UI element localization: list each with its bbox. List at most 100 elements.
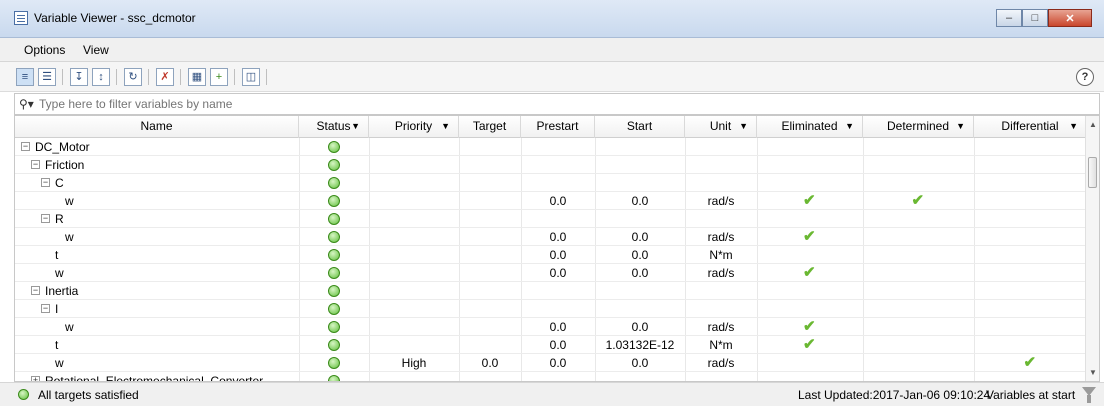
help-icon[interactable]: ? bbox=[1076, 68, 1094, 86]
start-cell bbox=[595, 138, 685, 156]
clear-filter-icon[interactable]: ✗ bbox=[156, 68, 174, 86]
table-row[interactable]: − I bbox=[15, 300, 1087, 318]
table-row[interactable]: w 0.0 0.0 rad/s ✔ ✔ bbox=[15, 192, 1087, 210]
collapse-all-button[interactable]: ↕ bbox=[92, 68, 110, 86]
column-chooser-icon[interactable]: ▦ bbox=[188, 68, 206, 86]
column-determined[interactable]: Determined ▼ bbox=[863, 116, 974, 138]
scroll-up-icon[interactable]: ▲ bbox=[1089, 120, 1097, 129]
column-start[interactable]: Start bbox=[595, 116, 685, 138]
table-row[interactable]: − Friction bbox=[15, 156, 1087, 174]
table-row[interactable]: − C bbox=[15, 174, 1087, 192]
close-button[interactable]: ✕ bbox=[1048, 9, 1092, 27]
column-eliminated[interactable]: Eliminated ▼ bbox=[757, 116, 863, 138]
column-status[interactable]: Status ▼ bbox=[299, 116, 369, 138]
collapse-icon[interactable]: − bbox=[31, 286, 40, 295]
chevron-down-icon[interactable]: ▼ bbox=[739, 116, 748, 137]
flat-view-button[interactable]: ☰ bbox=[38, 68, 56, 86]
target-cell bbox=[459, 264, 521, 282]
chevron-down-icon[interactable]: ▼ bbox=[441, 116, 450, 137]
collapse-icon[interactable]: − bbox=[41, 214, 50, 223]
column-priority[interactable]: Priority ▼ bbox=[369, 116, 459, 138]
column-unit[interactable]: Unit ▼ bbox=[685, 116, 757, 138]
scroll-thumb[interactable] bbox=[1088, 157, 1097, 188]
column-target[interactable]: Target bbox=[459, 116, 521, 138]
variable-name: t bbox=[55, 338, 59, 352]
tree-view-button[interactable]: ≡ bbox=[16, 68, 34, 86]
checkmark-icon: ✔ bbox=[1023, 354, 1037, 371]
filter-funnel-icon[interactable] bbox=[1082, 387, 1096, 403]
priority-cell bbox=[369, 318, 459, 336]
priority-cell bbox=[369, 228, 459, 246]
unit-cell bbox=[685, 210, 757, 228]
start-cell bbox=[595, 156, 685, 174]
target-cell bbox=[459, 228, 521, 246]
table-row[interactable]: − Inertia bbox=[15, 282, 1087, 300]
menu-bar: Options View bbox=[0, 38, 1104, 62]
priority-cell bbox=[369, 192, 459, 210]
start-cell: 0.0 bbox=[631, 230, 649, 244]
status-ok-icon bbox=[328, 303, 340, 315]
start-cell: 0.0 bbox=[631, 248, 649, 262]
table-row[interactable]: t 0.0 0.0 N*m bbox=[15, 246, 1087, 264]
variable-name: Rotational_Electromechanical_Converter bbox=[45, 374, 264, 382]
scroll-down-icon[interactable]: ▼ bbox=[1089, 368, 1097, 377]
variable-name: Inertia bbox=[45, 284, 79, 298]
start-cell bbox=[595, 210, 685, 228]
table-row[interactable]: w High 0.0 0.0 0.0 rad/s ✔ bbox=[15, 354, 1087, 372]
menu-options[interactable]: Options bbox=[24, 43, 65, 57]
column-differential[interactable]: Differential ▼ bbox=[974, 116, 1087, 138]
title-bar: Variable Viewer - ssc_dcmotor – □ ✕ bbox=[0, 0, 1104, 38]
prestart-cell bbox=[521, 138, 595, 156]
priority-cell bbox=[369, 210, 459, 228]
variable-name: I bbox=[55, 302, 59, 316]
table-row[interactable]: w 0.0 0.0 rad/s ✔ bbox=[15, 228, 1087, 246]
table-row[interactable]: + Rotational_Electromechanical_Converter bbox=[15, 372, 1087, 382]
status-ok-icon bbox=[328, 177, 340, 189]
priority-cell: High bbox=[401, 356, 427, 370]
collapse-icon[interactable]: − bbox=[31, 160, 40, 169]
refresh-icon[interactable]: ↻ bbox=[124, 68, 142, 86]
prestart-cell bbox=[521, 156, 595, 174]
checkmark-icon: ✔ bbox=[911, 192, 925, 209]
table-row[interactable]: − R bbox=[15, 210, 1087, 228]
start-cell bbox=[595, 282, 685, 300]
chevron-down-icon[interactable]: ▼ bbox=[956, 116, 965, 137]
add-column-icon[interactable]: + bbox=[210, 68, 228, 86]
variable-viewer-icon bbox=[14, 11, 28, 25]
unit-cell: N*m bbox=[709, 248, 733, 262]
expand-all-button[interactable]: ↧ bbox=[70, 68, 88, 86]
menu-view[interactable]: View bbox=[83, 43, 109, 57]
prestart-cell bbox=[521, 174, 595, 192]
table-row[interactable]: t 0.0 1.03132E-12 N*m ✔ bbox=[15, 336, 1087, 354]
priority-cell bbox=[369, 264, 459, 282]
checkmark-icon: ✔ bbox=[803, 228, 816, 245]
variable-name: Friction bbox=[45, 158, 85, 172]
chevron-down-icon[interactable]: ▼ bbox=[1069, 116, 1078, 137]
filter-input[interactable] bbox=[39, 96, 1079, 112]
column-prestart[interactable]: Prestart bbox=[521, 116, 595, 138]
prestart-cell: 0.0 bbox=[549, 248, 567, 262]
export-icon[interactable]: ◫ bbox=[242, 68, 260, 86]
chevron-down-icon[interactable]: ▼ bbox=[351, 116, 360, 137]
prestart-cell bbox=[521, 372, 595, 381]
search-icon[interactable]: ⚲▾ bbox=[19, 97, 34, 111]
unit-cell: N*m bbox=[709, 338, 733, 352]
vertical-scrollbar[interactable]: ▲ ▼ bbox=[1085, 116, 1099, 381]
table-row[interactable]: w 0.0 0.0 rad/s ✔ bbox=[15, 264, 1087, 282]
column-name[interactable]: Name bbox=[15, 116, 299, 138]
minimize-button[interactable]: – bbox=[996, 9, 1022, 27]
collapse-icon[interactable]: − bbox=[41, 304, 50, 313]
checkmark-icon: ✔ bbox=[803, 336, 816, 353]
start-cell: 0.0 bbox=[631, 194, 649, 208]
priority-cell bbox=[369, 282, 459, 300]
status-ok-icon bbox=[18, 389, 29, 400]
table-row[interactable]: − DC_Motor bbox=[15, 138, 1087, 156]
maximize-button[interactable]: □ bbox=[1022, 9, 1048, 27]
target-cell bbox=[459, 192, 521, 210]
variable-name: w bbox=[65, 194, 74, 208]
table-row[interactable]: w 0.0 0.0 rad/s ✔ bbox=[15, 318, 1087, 336]
collapse-icon[interactable]: − bbox=[21, 142, 30, 151]
collapse-icon[interactable]: − bbox=[41, 178, 50, 187]
chevron-down-icon[interactable]: ▼ bbox=[845, 116, 854, 137]
target-cell bbox=[459, 210, 521, 228]
